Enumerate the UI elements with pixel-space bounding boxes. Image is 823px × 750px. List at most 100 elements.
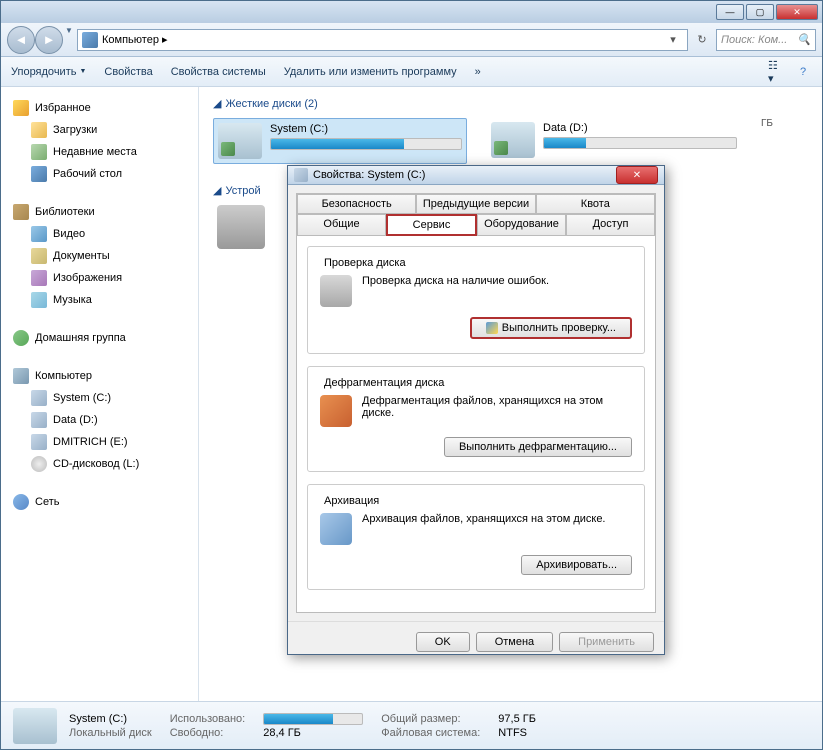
drive-icon bbox=[294, 168, 308, 182]
backup-now-button[interactable]: Архивировать... bbox=[521, 555, 632, 575]
network-header[interactable]: Сеть bbox=[5, 491, 194, 513]
status-drive-name: System (C:) bbox=[69, 713, 152, 725]
picture-icon bbox=[31, 270, 47, 286]
toolbar-overflow[interactable]: » bbox=[475, 66, 481, 78]
drive-label: Data (D:) bbox=[543, 122, 737, 134]
fs-label: Файловая система: bbox=[381, 727, 480, 739]
drive-d-item[interactable]: Data (D:) bbox=[487, 118, 741, 164]
sidebar-item-documents[interactable]: Документы bbox=[5, 245, 194, 267]
drive-icon bbox=[31, 412, 47, 428]
uninstall-button[interactable]: Удалить или изменить программу bbox=[284, 66, 457, 78]
status-usage-bar bbox=[263, 713, 363, 725]
network-icon bbox=[13, 494, 29, 510]
folder-icon bbox=[31, 122, 47, 138]
address-dropdown-icon[interactable]: ▾ bbox=[663, 33, 683, 46]
desktop-icon bbox=[31, 166, 47, 182]
free-label: Свободно: bbox=[170, 727, 246, 739]
cd-icon bbox=[31, 456, 47, 472]
computer-icon bbox=[82, 32, 98, 48]
system-properties-button[interactable]: Свойства системы bbox=[171, 66, 266, 78]
close-button[interactable]: ✕ bbox=[776, 4, 818, 20]
toolbar: Упорядочить▼ Свойства Свойства системы У… bbox=[1, 57, 822, 87]
drive-icon bbox=[13, 708, 57, 744]
sidebar-item-videos[interactable]: Видео bbox=[5, 223, 194, 245]
check-now-button[interactable]: Выполнить проверку... bbox=[470, 317, 632, 339]
forward-button[interactable]: ► bbox=[35, 26, 63, 54]
defrag-legend: Дефрагментация диска bbox=[320, 377, 448, 389]
check-disk-group: Проверка диска Проверка диска на наличие… bbox=[307, 246, 645, 354]
defrag-now-button[interactable]: Выполнить дефрагментацию... bbox=[444, 437, 632, 457]
sidebar-item-music[interactable]: Музыка bbox=[5, 289, 194, 311]
libraries-header[interactable]: Библиотеки bbox=[5, 201, 194, 223]
video-icon bbox=[31, 226, 47, 242]
drive-icon bbox=[31, 390, 47, 406]
drive-icon bbox=[491, 122, 535, 158]
sidebar-item-cd[interactable]: CD-дисковод (L:) bbox=[5, 453, 194, 475]
total-value: 97,5 ГБ bbox=[498, 713, 536, 725]
dialog-close-button[interactable]: ✕ bbox=[616, 166, 658, 184]
drive-usage-bar bbox=[543, 137, 737, 149]
apply-button[interactable]: Применить bbox=[559, 632, 654, 652]
nav-history-dropdown[interactable]: ▼ bbox=[63, 26, 73, 54]
cancel-button[interactable]: Отмена bbox=[476, 632, 553, 652]
address-bar[interactable]: Компьютер ▸ ▾ bbox=[77, 29, 688, 51]
recent-icon bbox=[31, 144, 47, 160]
refresh-button[interactable]: ↻ bbox=[692, 33, 712, 46]
favorites-header[interactable]: Избранное bbox=[5, 97, 194, 119]
drive-label: System (C:) bbox=[270, 123, 462, 135]
total-label: Общий размер: bbox=[381, 713, 480, 725]
tab-general[interactable]: Общие bbox=[297, 214, 386, 236]
dialog-titlebar[interactable]: Свойства: System (C:) ✕ bbox=[288, 166, 664, 185]
search-input[interactable]: Поиск: Ком... 🔍 bbox=[716, 29, 816, 51]
tab-sharing[interactable]: Доступ bbox=[566, 214, 655, 236]
device-item[interactable] bbox=[213, 205, 269, 253]
ok-button[interactable]: OK bbox=[416, 632, 470, 652]
tab-hardware[interactable]: Оборудование bbox=[477, 214, 566, 236]
disk-check-icon bbox=[320, 275, 352, 307]
library-icon bbox=[13, 204, 29, 220]
hard-drives-header[interactable]: ◢ Жесткие диски (2) bbox=[213, 97, 808, 110]
homegroup-header[interactable]: Домашняя группа bbox=[5, 327, 194, 349]
dialog-title: Свойства: System (C:) bbox=[313, 169, 611, 181]
shield-icon bbox=[486, 322, 498, 334]
drive-usage-bar bbox=[270, 138, 462, 150]
tab-previous-versions[interactable]: Предыдущие версии bbox=[416, 194, 535, 214]
tab-tools[interactable]: Сервис bbox=[386, 214, 477, 236]
drive-c-item[interactable]: System (C:) bbox=[213, 118, 467, 164]
search-icon: 🔍 bbox=[797, 33, 811, 46]
window-titlebar: — ▢ ✕ bbox=[1, 1, 822, 23]
backup-text: Архивация файлов, хранящихся на этом дис… bbox=[362, 513, 632, 525]
backup-legend: Архивация bbox=[320, 495, 383, 507]
backup-icon bbox=[320, 513, 352, 545]
sidebar-item-desktop[interactable]: Рабочий стол bbox=[5, 163, 194, 185]
properties-button[interactable]: Свойства bbox=[104, 66, 152, 78]
organize-menu[interactable]: Упорядочить▼ bbox=[11, 66, 86, 78]
sidebar-item-drive-c[interactable]: System (C:) bbox=[5, 387, 194, 409]
tab-quota[interactable]: Квота bbox=[536, 194, 655, 214]
drive-type: Локальный диск bbox=[69, 727, 152, 739]
free-value: 28,4 ГБ bbox=[263, 727, 363, 739]
star-icon bbox=[13, 100, 29, 116]
help-icon[interactable]: ? bbox=[794, 63, 812, 81]
device-icon bbox=[217, 205, 265, 249]
dialog-footer: OK Отмена Применить bbox=[288, 621, 664, 662]
backup-group: Архивация Архивация файлов, хранящихся н… bbox=[307, 484, 645, 590]
defrag-group: Дефрагментация диска Дефрагментация файл… bbox=[307, 366, 645, 472]
minimize-button[interactable]: — bbox=[716, 4, 744, 20]
sidebar-item-pictures[interactable]: Изображения bbox=[5, 267, 194, 289]
sidebar: Избранное Загрузки Недавние места Рабочи… bbox=[1, 87, 199, 701]
sidebar-item-drive-d[interactable]: Data (D:) bbox=[5, 409, 194, 431]
check-disk-legend: Проверка диска bbox=[320, 257, 410, 269]
back-button[interactable]: ◄ bbox=[7, 26, 35, 54]
status-bar: System (C:) Использовано: Общий размер: … bbox=[1, 701, 822, 749]
expand-icon: ◢ bbox=[213, 184, 221, 197]
tab-security[interactable]: Безопасность bbox=[297, 194, 416, 214]
gb-label: ГБ bbox=[761, 118, 773, 164]
view-options-icon[interactable]: ☷ ▾ bbox=[768, 63, 786, 81]
sidebar-item-drive-e[interactable]: DMITRICH (E:) bbox=[5, 431, 194, 453]
sidebar-item-recent[interactable]: Недавние места bbox=[5, 141, 194, 163]
fs-value: NTFS bbox=[498, 727, 536, 739]
maximize-button[interactable]: ▢ bbox=[746, 4, 774, 20]
sidebar-item-downloads[interactable]: Загрузки bbox=[5, 119, 194, 141]
computer-header[interactable]: Компьютер bbox=[5, 365, 194, 387]
